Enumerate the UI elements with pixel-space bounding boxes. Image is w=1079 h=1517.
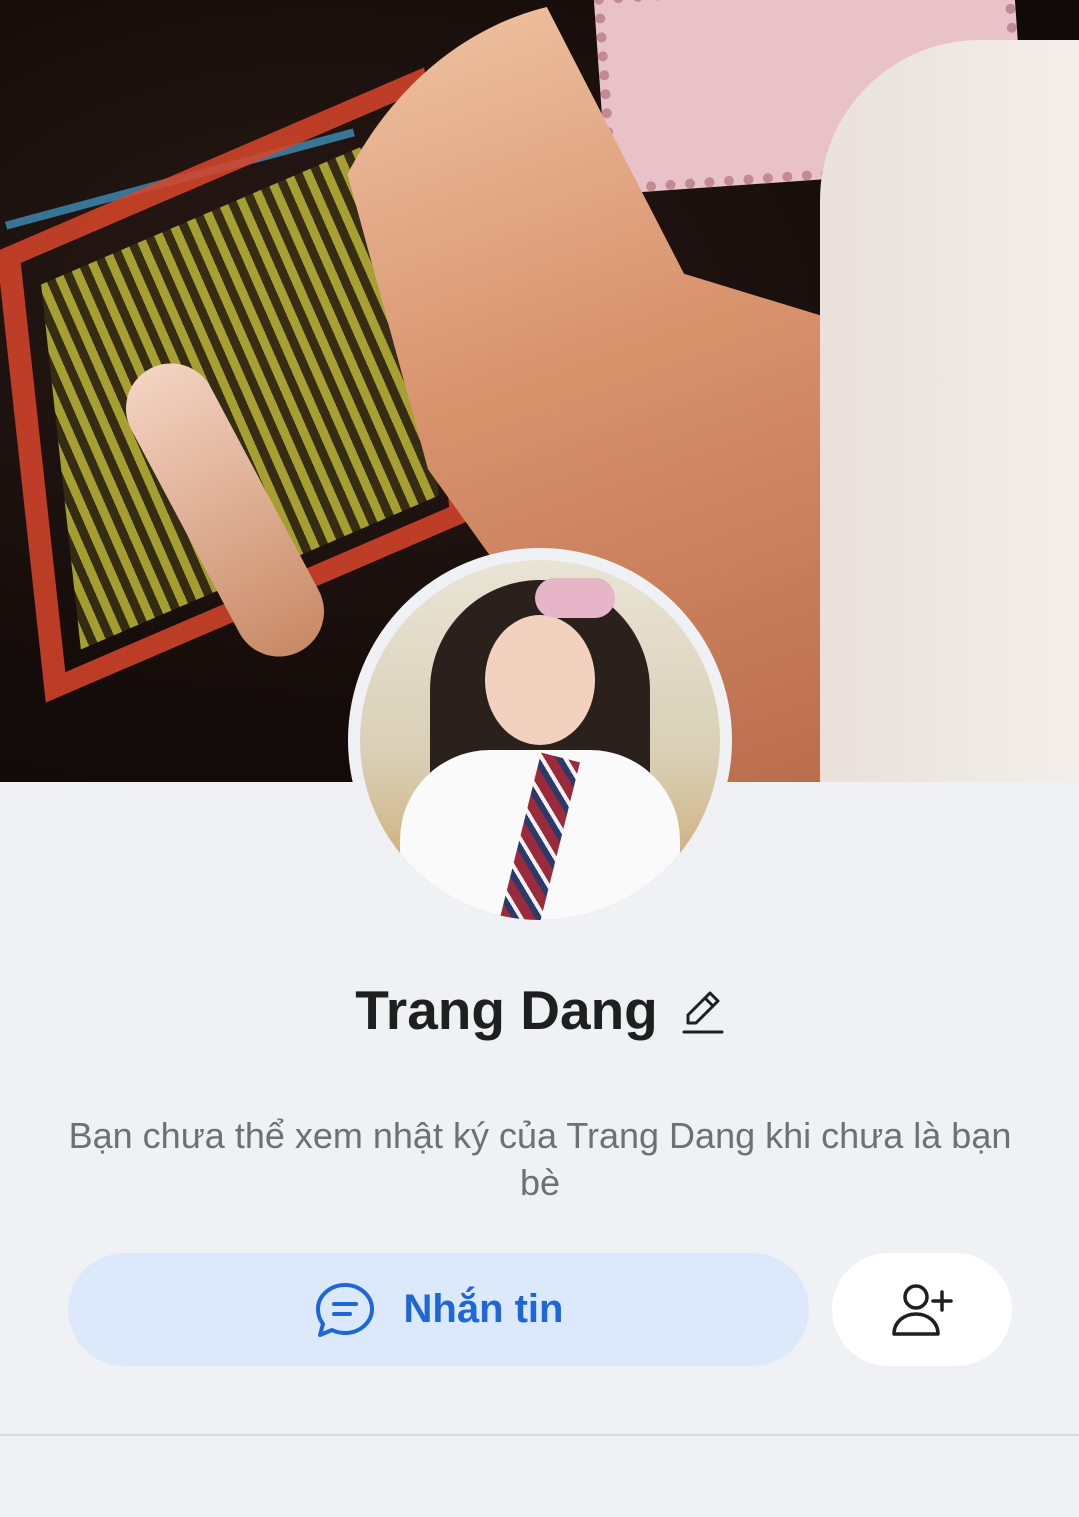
- cover-sleeve: [820, 40, 1079, 782]
- message-button[interactable]: Nhắn tin: [68, 1253, 809, 1366]
- add-friend-button[interactable]: [832, 1253, 1012, 1366]
- avatar-photo: [360, 560, 720, 920]
- profile-page: Trang Dang Bạn chưa thể xem nhật ký của …: [0, 0, 1079, 1517]
- divider: [0, 1434, 1079, 1436]
- avatar-bow: [535, 578, 615, 618]
- message-button-label: Nhắn tin: [403, 1287, 564, 1331]
- avatar[interactable]: [348, 548, 732, 932]
- friend-restriction-notice: Bạn chưa thể xem nhật ký của Trang Dang …: [68, 1115, 1012, 1203]
- pencil-icon[interactable]: [682, 989, 724, 1035]
- add-friend-icon: [890, 1282, 954, 1338]
- profile-name: Trang Dang: [355, 979, 658, 1041]
- avatar-face: [485, 615, 595, 745]
- chat-bubble-icon: [314, 1281, 376, 1339]
- profile-name-row: Trang Dang: [0, 975, 1079, 1045]
